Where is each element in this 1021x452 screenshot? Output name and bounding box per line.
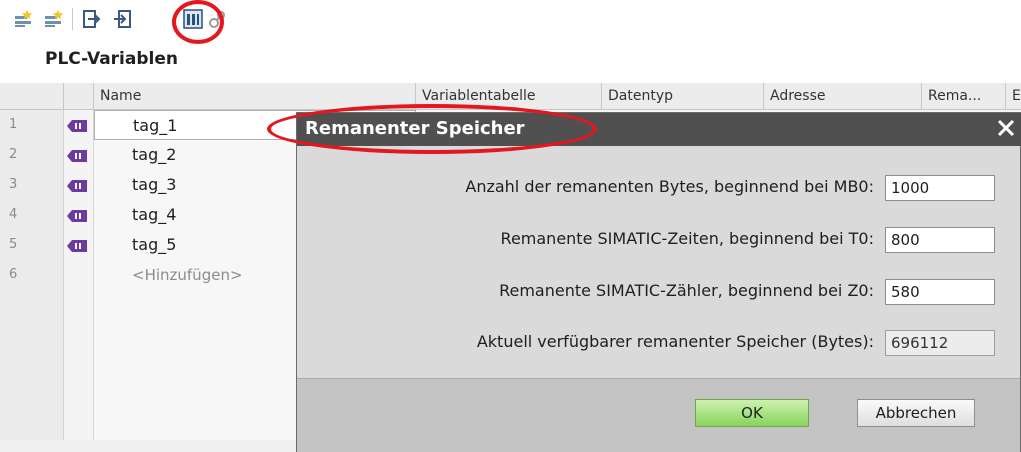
row-number: 3 [0,170,64,200]
export-icon[interactable] [82,9,102,29]
toolbar-separator [72,8,73,30]
dialog-body: Anzahl der remanenten Bytes, beginnend b… [297,146,1020,378]
tag-type-icon [64,230,94,260]
row-number: 1 [0,110,64,140]
close-icon[interactable] [994,116,1018,140]
available-memory-field [885,330,995,356]
row-number: 4 [0,200,64,230]
toolbar [0,0,1021,44]
tag-type-icon [64,110,94,140]
row-icon-empty [64,260,94,290]
table-header: Name Variablentabelle Datentyp Adresse R… [0,83,1021,110]
field-label-timers: Remanente SIMATIC-Zeiten, beginnend bei … [500,229,874,248]
tag-type-icon [64,170,94,200]
field-label-bytes: Anzahl der remanenten Bytes, beginnend b… [465,177,874,196]
column-header-datatype[interactable]: Datentyp [602,83,764,109]
row-number: 2 [0,140,64,170]
header-rownum [0,83,64,109]
insert-row-icon[interactable] [44,9,64,29]
tag-type-icon [64,200,94,230]
header-icon [64,83,94,109]
column-header-address[interactable]: Adresse [764,83,922,109]
retentive-timers-input[interactable] [885,227,995,253]
highlight-circle-dialog-title [267,104,597,154]
dialog-footer: OK Abbrechen [297,378,1020,452]
row-number: 6 [0,260,64,290]
retentive-counters-input[interactable] [885,279,995,305]
highlight-circle-toolbar [172,0,224,44]
row-number: 5 [0,230,64,260]
column-header-retentive[interactable]: Rema... [922,83,1006,109]
retentive-bytes-input[interactable] [885,175,995,201]
section-title: PLC-Variablen [45,49,178,69]
retentive-memory-dialog: Remanenter Speicher Anzahl der remanente… [296,112,1021,452]
ok-button[interactable]: OK [695,399,809,427]
cancel-button[interactable]: Abbrechen [857,399,975,427]
field-label-counters: Remanente SIMATIC-Zähler, beginnend bei … [499,281,874,300]
field-label-available: Aktuell verfügbarer remanenter Speicher … [476,332,874,351]
add-row-icon[interactable] [14,9,34,29]
column-header-extra[interactable]: E [1006,83,1021,109]
tag-type-icon [64,140,94,170]
import-icon[interactable] [112,9,132,29]
